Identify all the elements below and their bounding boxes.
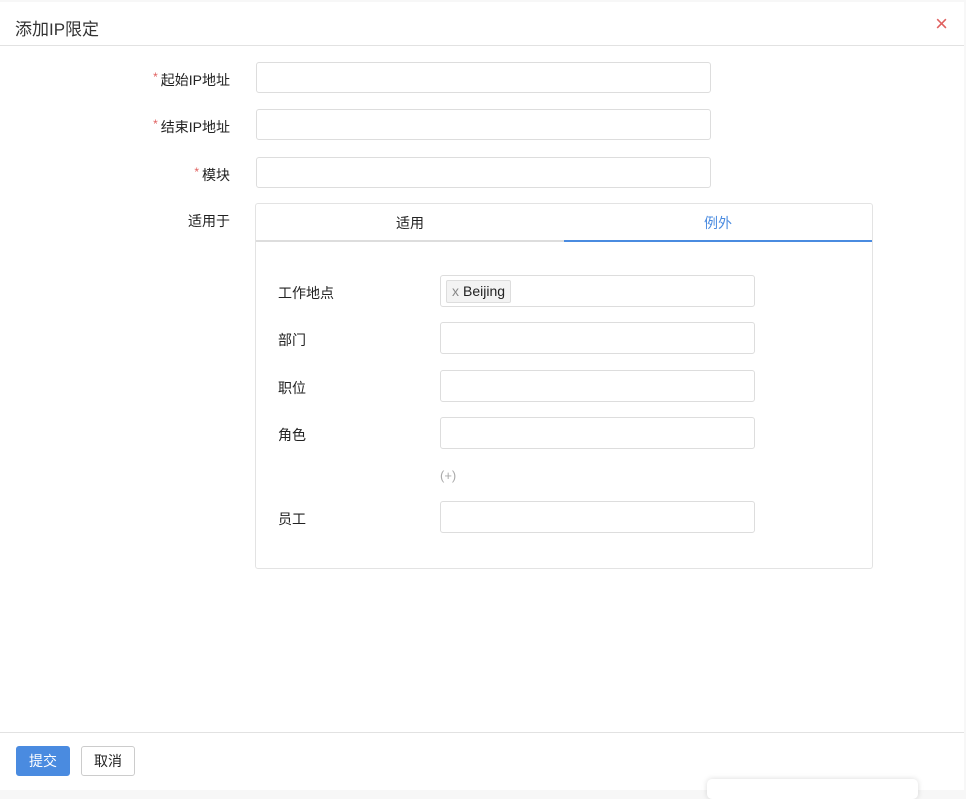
role-label: 角色 [278,427,306,443]
module-row: * 模块 [0,157,720,189]
module-label-wrap: * 模块 [194,165,230,185]
tab-exception[interactable]: 例外 [564,204,872,242]
required-mark: * [153,70,158,84]
department-input[interactable] [440,322,755,354]
end-ip-label-wrap: * 结束IP地址 [153,117,230,137]
tab-apply[interactable]: 适用 [256,204,564,240]
end-ip-label: 结束IP地址 [160,119,230,135]
location-label: 工作地点 [278,285,334,301]
chip-label: Beijing [463,283,506,299]
applies-to-label: 适用于 [188,213,230,229]
department-label: 部门 [278,332,306,348]
employee-label: 员工 [278,511,306,527]
required-mark: * [194,165,199,179]
employee-input[interactable] [440,501,755,533]
add-ip-restriction-dialog: 添加IP限定 × * 起始IP地址 * 结束IP地址 * 模块 适用于 适用 例外 工… [0,2,964,790]
start-ip-input[interactable] [256,62,711,93]
remove-chip-icon[interactable]: x [452,283,459,299]
dialog-title: 添加IP限定 [15,20,100,39]
end-ip-row: * 结束IP地址 [0,109,720,141]
dialog-header: 添加IP限定 × [0,2,964,46]
applies-to-panel: 适用 例外 工作地点 x Beijing 部门 职位 角色 (+) 员工 [255,203,873,569]
required-mark: * [153,117,158,131]
module-label: 模块 [202,167,230,183]
module-input[interactable] [256,157,711,188]
submit-button[interactable]: 提交 [16,746,70,776]
position-input[interactable] [440,370,755,402]
popup-edge [707,779,918,799]
end-ip-input[interactable] [256,109,711,140]
role-input[interactable] [440,417,755,449]
tab-bar: 适用 例外 [256,204,872,242]
cancel-button[interactable]: 取消 [81,746,135,776]
position-label: 职位 [278,380,306,396]
start-ip-label-wrap: * 起始IP地址 [153,70,230,90]
start-ip-row: * 起始IP地址 [0,62,720,94]
location-input[interactable]: x Beijing [440,275,755,307]
close-icon[interactable]: × [935,11,948,37]
add-button[interactable]: (+) [440,468,456,483]
location-chip: x Beijing [446,280,512,303]
start-ip-label: 起始IP地址 [160,72,230,88]
